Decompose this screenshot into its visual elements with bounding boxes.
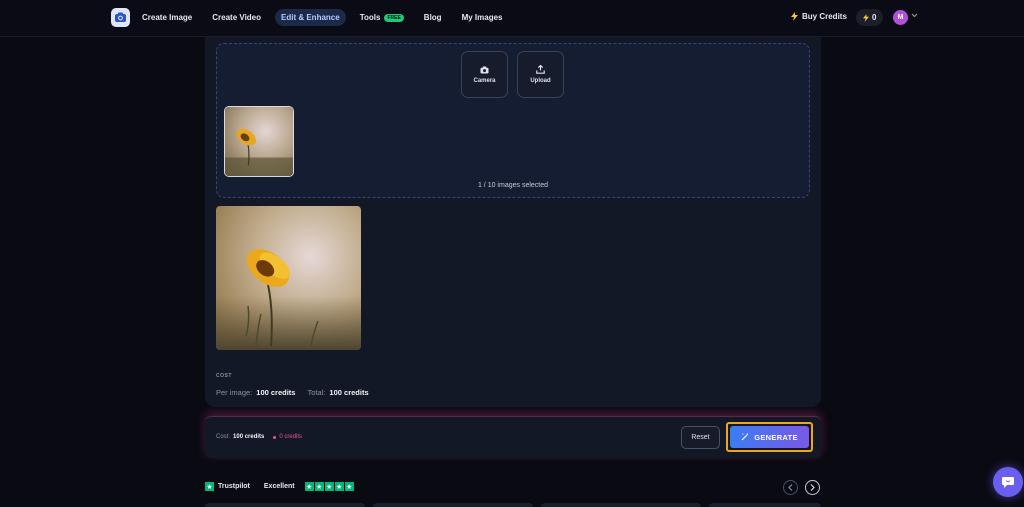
editor-panel: Camera Upload 1 / 10 images selected COS… <box>205 37 821 407</box>
nav-my-images[interactable]: My Images <box>456 9 509 26</box>
upload-icon <box>536 65 545 74</box>
star-icon: ★ <box>324 482 334 491</box>
review-card <box>541 503 701 507</box>
action-bar: Cost: 100 credits 0 credits Reset GENERA… <box>205 416 821 458</box>
trustpilot-logo-icon: ★ <box>205 482 214 491</box>
image-dropzone[interactable]: Camera Upload 1 / 10 images selected <box>216 43 810 198</box>
nav-label: Create Video <box>212 13 262 22</box>
nav-label: Edit & Enhance <box>281 13 340 22</box>
nav-tools[interactable]: Tools FREE <box>354 9 410 26</box>
balance-indicator: 0 credits <box>273 434 302 440</box>
lightning-icon <box>791 12 798 21</box>
nav-create-image[interactable]: Create Image <box>136 9 198 26</box>
upload-button[interactable]: Upload <box>517 51 564 98</box>
cost-section-label: COST <box>216 373 232 379</box>
generate-button[interactable]: GENERATE <box>726 422 813 452</box>
balance-value: 0 credits <box>279 434 303 440</box>
nav-label: Tools <box>359 13 381 22</box>
nav-label: My Images <box>461 13 503 22</box>
free-badge: FREE <box>384 13 404 22</box>
total-label: Total: <box>307 388 326 397</box>
review-card <box>373 503 533 507</box>
top-navbar: Create Image Create Video Edit & Enhance… <box>0 0 1024 37</box>
review-card <box>709 503 821 507</box>
trustpilot-brand: Trustpilot <box>218 483 250 490</box>
buy-credits-link[interactable]: Buy Credits <box>791 12 847 21</box>
app-logo[interactable] <box>111 8 130 27</box>
generate-label: GENERATE <box>754 432 798 442</box>
sunflower-preview-image <box>216 206 361 350</box>
cost-label: Cost: <box>216 434 231 440</box>
upload-label: Upload <box>530 78 551 84</box>
selected-count: 1 / 10 images selected <box>477 182 549 189</box>
trustpilot-rating-text: Excellent <box>263 483 295 490</box>
nav-edit-enhance[interactable]: Edit & Enhance <box>275 9 346 26</box>
star-icon: ★ <box>334 482 344 491</box>
star-icon: ★ <box>314 482 324 491</box>
star-icon: ★ <box>344 482 354 491</box>
sunflower-thumbnail-image <box>225 107 293 176</box>
reset-button[interactable]: Reset <box>681 426 720 449</box>
magic-wand-icon <box>741 433 749 441</box>
camera-button[interactable]: Camera <box>461 51 508 98</box>
credit-balance-value: 0 <box>872 13 877 22</box>
carousel-prev-button[interactable] <box>783 480 798 495</box>
per-image-label: Per image: <box>216 388 253 397</box>
chat-button[interactable] <box>993 467 1023 497</box>
main-nav: Create Image Create Video Edit & Enhance… <box>136 9 508 26</box>
nav-label: Blog <box>423 13 442 22</box>
review-card <box>205 503 365 507</box>
cost-summary: Per image: 100 credits Total: 100 credit… <box>216 388 377 397</box>
chat-bubble-icon <box>1002 476 1014 488</box>
camera-label: Camera <box>473 77 496 84</box>
camera-icon <box>480 66 489 73</box>
image-preview <box>216 206 361 350</box>
credit-balance[interactable]: 0 <box>856 9 884 26</box>
cost-value: 100 credits <box>233 434 265 440</box>
trustpilot-bar: ★ Trustpilot Excellent ★ ★ ★ ★ ★ <box>205 482 354 491</box>
action-bar-cost: Cost: 100 credits 0 credits <box>216 434 302 440</box>
trustpilot-stars: ★ ★ ★ ★ ★ <box>304 482 354 491</box>
chevron-right-icon <box>810 484 815 491</box>
star-icon: ★ <box>304 482 314 491</box>
balance-dot-icon <box>273 435 277 439</box>
carousel-next-button[interactable] <box>805 480 820 495</box>
buy-credits-label: Buy Credits <box>802 12 847 21</box>
chevron-left-icon <box>788 484 793 491</box>
nav-blog[interactable]: Blog <box>418 9 448 26</box>
nav-create-video[interactable]: Create Video <box>206 9 267 26</box>
generate-button-inner[interactable]: GENERATE <box>730 426 809 448</box>
selected-image-thumbnail[interactable] <box>224 106 294 177</box>
nav-label: Create Image <box>142 13 193 22</box>
avatar[interactable]: M <box>893 10 908 25</box>
chevron-down-icon[interactable] <box>911 13 918 18</box>
total-value: 100 credits <box>329 388 369 397</box>
lightning-icon <box>863 13 869 22</box>
camera-logo-icon <box>115 12 126 22</box>
per-image-value: 100 credits <box>256 388 296 397</box>
